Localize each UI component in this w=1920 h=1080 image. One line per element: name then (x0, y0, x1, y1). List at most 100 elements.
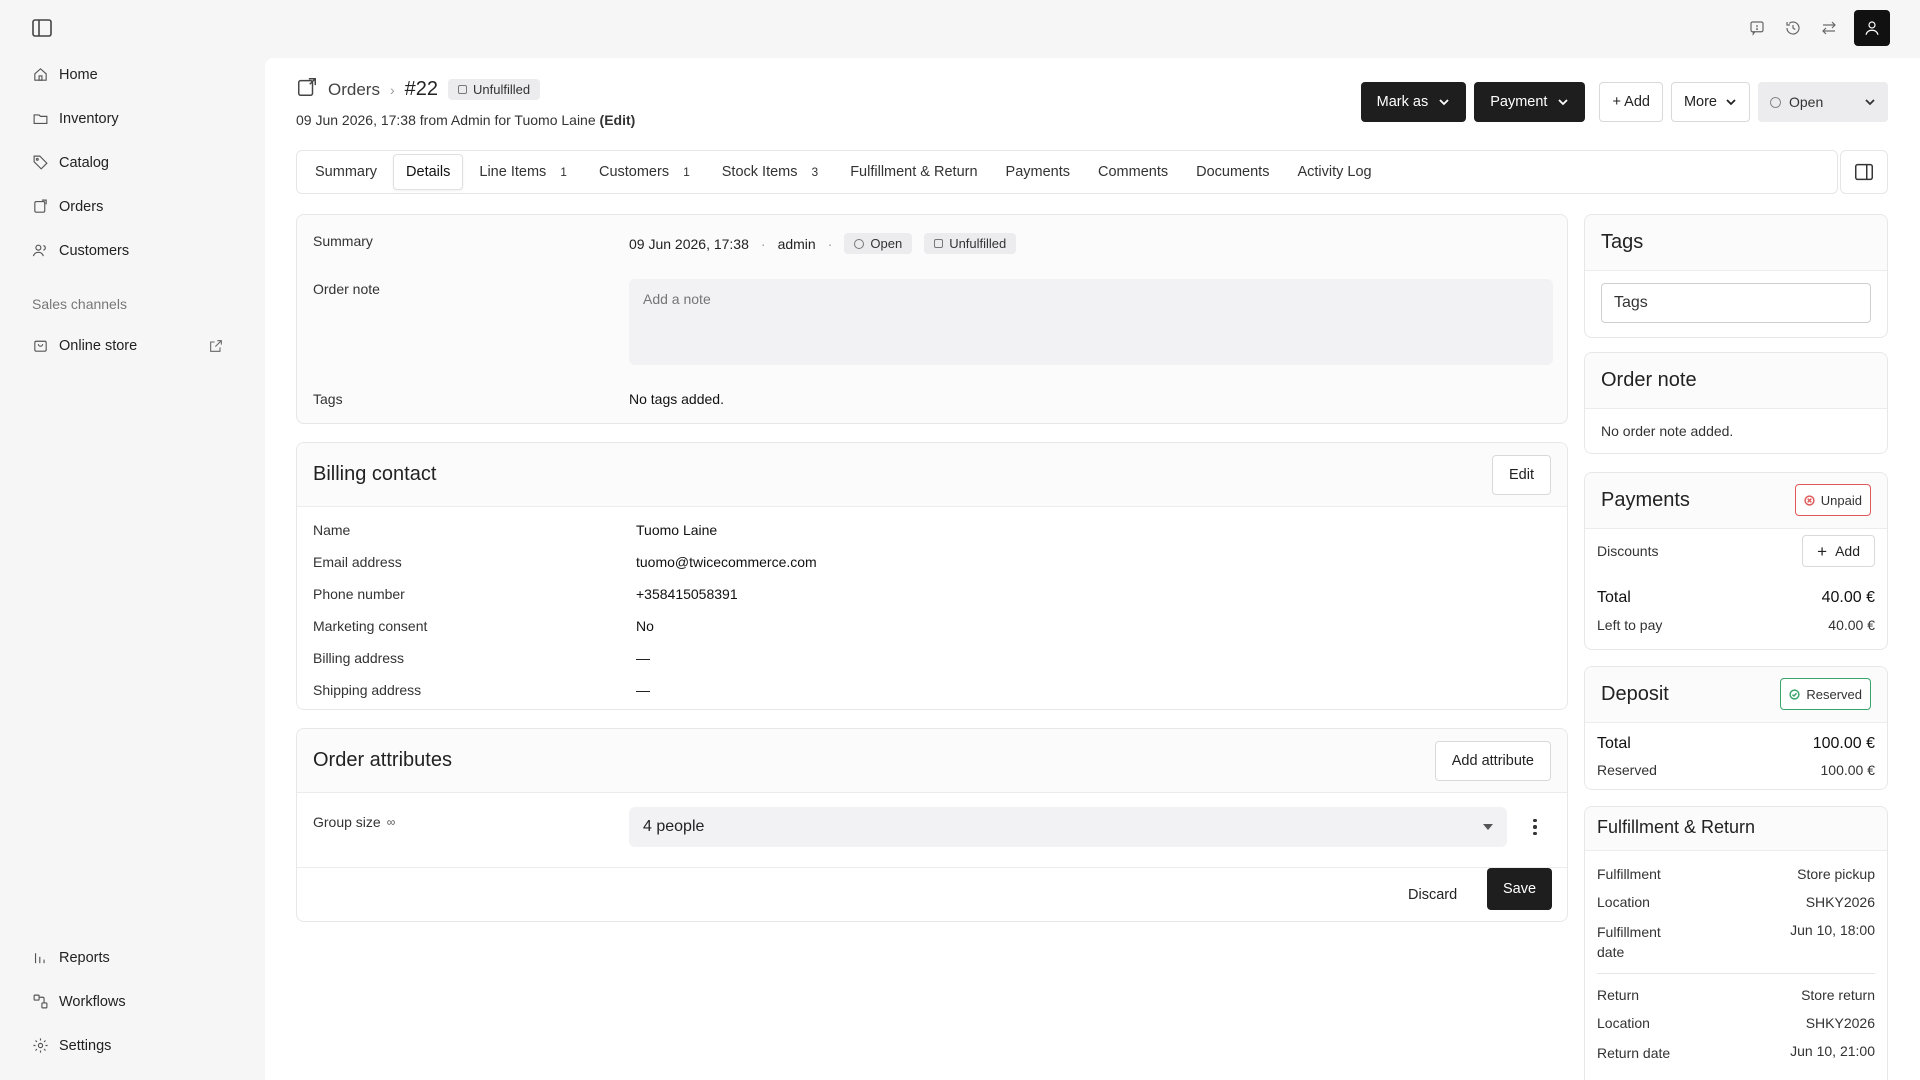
add-attribute-button[interactable]: Add attribute (1434, 741, 1551, 781)
deposit-card: Deposit Reserved Total 100.00 € Reserved… (1584, 666, 1888, 790)
more-button[interactable]: More (1670, 82, 1750, 122)
tab-label: Documents (1196, 164, 1270, 180)
sidebar-toggle-icon[interactable] (30, 16, 54, 40)
sidebar-item-online-store[interactable]: Online store (32, 337, 137, 354)
total-label: Total (1597, 735, 1631, 752)
save-button[interactable]: Save (1487, 868, 1553, 910)
tab-summary[interactable]: Summary (303, 154, 389, 190)
discard-button[interactable]: Discard (1408, 887, 1457, 903)
location-label: Location (1597, 894, 1650, 910)
tab-customers[interactable]: Customers 1 (587, 154, 706, 190)
order-note-value: No order note added. (1601, 423, 1875, 439)
sidebar-item-home[interactable]: Home (32, 66, 98, 83)
tab-comments[interactable]: Comments (1086, 154, 1180, 190)
user-icon (1865, 21, 1879, 35)
sidebar-item-workflows[interactable]: Workflows (32, 993, 126, 1010)
sidebar-item-label: Online store (59, 337, 138, 354)
tab-count: 1 (683, 165, 690, 179)
order-attributes-card: Order attributes Add attribute Group siz… (296, 728, 1568, 922)
add-button[interactable]: + Add (1599, 82, 1663, 122)
mark-as-button[interactable]: Mark as (1360, 82, 1467, 122)
top-actions (1746, 10, 1890, 46)
phone-label: Phone number (313, 586, 405, 602)
fulfillment-badge: Unfulfilled (924, 233, 1017, 254)
fulfillment-date-label: Fulfillment date (1597, 924, 1661, 960)
tab-documents[interactable]: Documents (1184, 154, 1281, 190)
sidebar-item-reports[interactable]: Reports (32, 949, 110, 966)
phone-value: +358415058391 (636, 586, 738, 602)
tags-label: Tags (313, 391, 343, 407)
order-status-select[interactable]: Open (1758, 82, 1888, 122)
tab-stock-items[interactable]: Stock Items 3 (710, 154, 834, 190)
sidebar-item-label: Workflows (59, 993, 126, 1010)
card-header: Deposit Reserved (1585, 667, 1887, 723)
order-note-input[interactable] (629, 279, 1553, 365)
more-options-icon[interactable] (1525, 815, 1545, 839)
return-date-value: Jun 10, 21:00 (1790, 1043, 1875, 1059)
fulfillment-value: Store pickup (1797, 866, 1875, 882)
tab-label: Details (406, 164, 451, 180)
page-title: #22 (404, 78, 439, 100)
separator: · (827, 235, 833, 252)
tags-input[interactable]: Tags (1601, 283, 1871, 323)
swap-icon[interactable] (1818, 17, 1840, 39)
summary-meta: 09 Jun 2026, 17:38 · admin · Open Unfulf… (629, 233, 1017, 254)
main-panel: Orders › #22 Unfulfilled 09 Jun 2026, 17… (265, 58, 1920, 1080)
chat-icon[interactable] (1746, 17, 1768, 39)
tab-activity-log[interactable]: Activity Log (1285, 154, 1383, 190)
history-icon[interactable] (1782, 17, 1804, 39)
tab-label: Stock Items (721, 164, 798, 180)
label-text: Group size (313, 814, 381, 830)
tab-payments[interactable]: Payments (994, 154, 1082, 190)
card-header: Tags (1585, 215, 1887, 271)
tab-count: 1 (560, 165, 567, 179)
external-link-icon[interactable] (208, 338, 224, 354)
tab-label: Payments (1005, 164, 1071, 180)
folder-icon (33, 114, 48, 125)
sidebar-item-orders[interactable]: Orders (32, 198, 103, 215)
user-avatar[interactable] (1854, 10, 1890, 46)
sidebar-item-inventory[interactable]: Inventory (32, 110, 119, 127)
select-value: 4 people (643, 818, 705, 835)
tab-details[interactable]: Details (393, 154, 464, 190)
edit-billing-button[interactable]: Edit (1492, 455, 1551, 495)
card-header: Fulfillment & Return (1585, 807, 1887, 851)
breadcrumb-orders-link[interactable]: Orders (328, 80, 380, 100)
card-title: Tags (1601, 231, 1644, 253)
sidebar-item-settings[interactable]: Settings (32, 1037, 111, 1054)
tab-label: Customers (598, 164, 670, 180)
tab-line-items[interactable]: Line Items 1 (467, 154, 583, 190)
sidebar-item-customers[interactable]: Customers (32, 242, 129, 259)
location-label: Location (1597, 1015, 1650, 1031)
fulfillment-date-row: Fulfillment date Jun 10, 18:00 (1597, 922, 1875, 962)
add-discount-button[interactable]: + Add (1802, 535, 1875, 567)
sidebar-item-label: Customers (59, 242, 130, 259)
button-label: Payment (1490, 94, 1548, 110)
total-value: 100.00 € (1812, 735, 1875, 752)
tab-fulfillment-return[interactable]: Fulfillment & Return (838, 154, 989, 190)
left-to-pay-row: Left to pay 40.00 € (1597, 617, 1875, 633)
total-row: Total 40.00 € (1597, 589, 1875, 607)
sidebar-item-catalog[interactable]: Catalog (32, 154, 109, 171)
name-value: Tuomo Laine (636, 522, 718, 538)
summary-label: Summary (313, 233, 373, 249)
sidebar-item-label: Settings (59, 1037, 112, 1054)
chevron-down-icon (1558, 99, 1569, 106)
sidebar-item-label: Orders (59, 198, 104, 215)
badge-label: Unfulfilled (473, 82, 531, 97)
name-label: Name (313, 522, 351, 538)
side-panel-toggle[interactable] (1840, 150, 1888, 194)
order-subline: 09 Jun 2026, 17:38 from Admin for Tuomo … (296, 112, 635, 128)
fulfillment-label: Fulfillment (1597, 866, 1661, 882)
sidebar-item-label: Inventory (59, 110, 119, 127)
discounts-label: Discounts (1597, 543, 1659, 559)
sidebar-item-label: Reports (59, 949, 110, 966)
edit-customer-link[interactable]: (Edit) (600, 112, 636, 128)
card-title: Order note (1601, 369, 1697, 391)
breadcrumb: Orders › #22 Unfulfilled (296, 76, 635, 103)
card-header: Billing contact Edit (297, 443, 1567, 507)
tags-value: No tags added. (629, 391, 724, 407)
group-size-select[interactable]: 4 people (629, 807, 1507, 847)
chevron-down-icon (1865, 99, 1875, 106)
payment-button[interactable]: Payment (1474, 82, 1586, 122)
